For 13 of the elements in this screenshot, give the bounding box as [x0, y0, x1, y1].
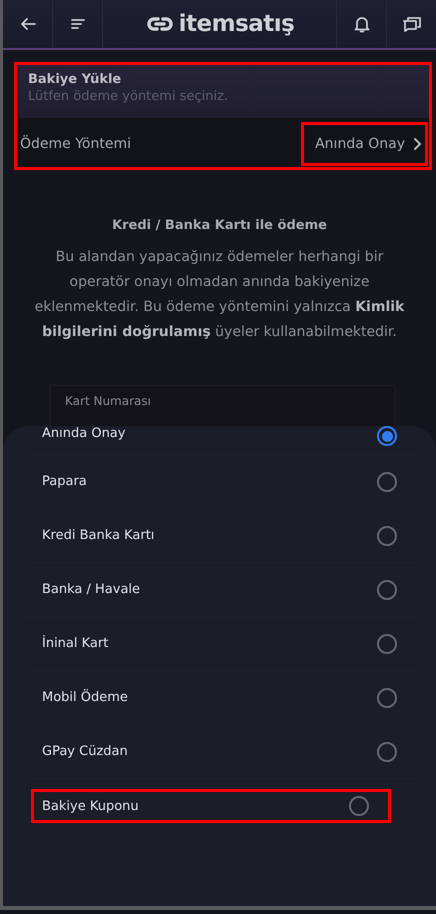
panel-subtitle: Lütfen ödeme yöntemi seçiniz. [28, 89, 230, 104]
option-label: İninal Kart [42, 636, 108, 651]
option-label: Mobil Ödeme [42, 690, 128, 705]
logo: itemsatış [178, 11, 294, 37]
option-label: Bakiye Kuponu [42, 798, 139, 814]
row-label: Ödeme Yöntemi [20, 136, 131, 152]
info-paragraph: Bu alandan yapacağınız ödemeler herhangi bir operatör onayı olmadan anında bakiyenize eklenmektedir. Bu ödeme yöntemini yalnızca Kimlik bilgilerini doğrulamış üyeler kullanabilmektedir. [34, 248, 406, 342]
option-label: Papara [42, 474, 87, 489]
panel-title: Bakiye Yükle [28, 72, 122, 87]
option-label: Kredi Banka Kartı [42, 528, 154, 543]
option-label: Banka / Havale [42, 582, 140, 597]
option-label: GPay Cüzdan [42, 744, 128, 759]
section-heading: Kredi / Banka Kartı ile ödeme [111, 218, 328, 233]
